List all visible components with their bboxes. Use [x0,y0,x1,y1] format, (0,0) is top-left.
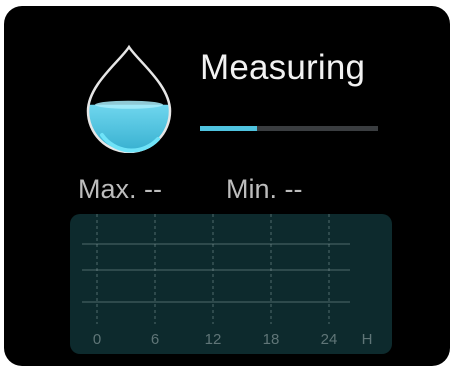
chart-x-tick-label: 6 [151,331,159,348]
min-stat: Min. -- [226,174,303,205]
history-chart-svg: 0 6 12 18 24 H [82,214,373,348]
chart-x-unit-label: H [362,331,373,348]
chart-x-tick-label: 18 [263,331,280,348]
chart-x-tick-label: 24 [321,331,338,348]
max-value: -- [144,174,163,204]
chart-x-tick-label: 12 [205,331,222,348]
max-label: Max. [78,174,137,204]
progress-fill [200,126,257,131]
progress-bar [200,126,378,131]
min-value: -- [284,174,303,204]
status-label: Measuring [200,48,366,87]
chart-x-tick-label: 0 [93,331,101,348]
min-label: Min. [226,174,278,204]
water-drop-icon [86,44,172,153]
measurement-card: Measuring Max. -- Min. -- 0 6 12 18 24 H [4,6,450,366]
history-chart: 0 6 12 18 24 H [70,214,392,354]
max-stat: Max. -- [78,174,162,205]
